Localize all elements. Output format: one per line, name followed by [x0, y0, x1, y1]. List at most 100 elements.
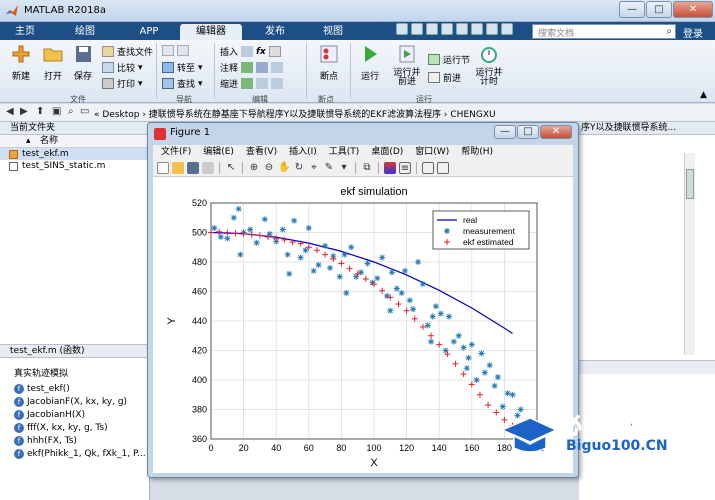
data-cursor-icon[interactable]: ⌖	[308, 162, 320, 174]
uncomment-icon[interactable]	[256, 62, 269, 73]
figure-minimize-button[interactable]: —	[494, 125, 516, 139]
login-link[interactable]: 登录	[683, 25, 703, 40]
wrap-icon[interactable]	[271, 62, 284, 73]
save-button[interactable]: 保存	[68, 44, 98, 82]
file-item[interactable]: test_SINS_static.m	[0, 160, 149, 172]
run-section-button[interactable]: 运行节	[428, 53, 470, 66]
details-header[interactable]: test_ekf.m (函数)	[0, 344, 149, 358]
save-quick-icon[interactable]	[396, 23, 408, 35]
search-folder-icon[interactable]: ⌕	[68, 106, 74, 117]
indent-button[interactable]: 缩进	[220, 77, 284, 90]
switch-windows-icon[interactable]	[486, 23, 498, 35]
search-placeholder: 搜索文档	[538, 29, 575, 39]
comment-button[interactable]: 注释	[220, 61, 284, 74]
find-button[interactable]: 查找 ▾	[162, 77, 203, 90]
zoom-in-icon[interactable]: ⊕	[248, 162, 260, 174]
function-item[interactable]: f JacobianH(X)	[14, 408, 146, 421]
insert-legend-icon[interactable]: ≡	[399, 161, 411, 174]
current-folder-path[interactable]: « Desktop › 捷联惯导系统在静基座下导航程序Y以及捷联惯导系统的EKF…	[94, 107, 496, 120]
menu-desktop[interactable]: 桌面(D)	[365, 145, 409, 159]
compare-button[interactable]: 比较 ▾	[102, 61, 143, 74]
measurement-point	[406, 297, 413, 304]
insert-button[interactable]: 插入 fx	[220, 45, 281, 58]
minimize-button[interactable]: —	[619, 1, 645, 18]
function-item[interactable]: f fff(X, kx, ky, g, Ts)	[14, 421, 146, 434]
tab-plots[interactable]: 绘图	[64, 24, 106, 40]
new-figure-icon[interactable]	[157, 161, 169, 174]
show-plot-tools-icon[interactable]	[437, 161, 449, 174]
maximize-button[interactable]: □	[646, 1, 672, 18]
new-button[interactable]: 新建	[6, 44, 36, 82]
pan-hand-icon[interactable]: ✋	[278, 162, 290, 174]
function-item[interactable]: f test_ekf()	[14, 382, 146, 395]
tab-view[interactable]: 视图	[312, 24, 354, 40]
brush-icon[interactable]: ✎	[323, 162, 335, 174]
function-item[interactable]: f JacobianF(X, kx, ky, g)	[14, 395, 146, 408]
nav-back-forward[interactable]	[162, 45, 189, 56]
folder-up-icon[interactable]: ⬆	[36, 106, 44, 117]
tab-apps[interactable]: APP	[128, 24, 170, 40]
rotate-3d-icon[interactable]: ↻	[293, 162, 305, 174]
tab-editor[interactable]: 编辑器	[180, 24, 242, 40]
forward-icon[interactable]: ▶	[20, 106, 28, 117]
link-plot-icon[interactable]: ⧉	[361, 162, 373, 174]
comment-percent-icon[interactable]	[241, 62, 254, 73]
menu-tools[interactable]: 工具(T)	[323, 145, 366, 159]
smart-indent-icon[interactable]	[241, 78, 254, 89]
search-input[interactable]: 搜索文档 ⌕	[532, 24, 676, 39]
run-button[interactable]: 运行	[356, 44, 384, 82]
menu-window[interactable]: 窗口(W)	[409, 145, 455, 159]
copy-quick-icon[interactable]	[426, 23, 438, 35]
undo-quick-icon[interactable]	[456, 23, 468, 35]
function-item[interactable]: f hhh(FX, Ts)	[14, 434, 146, 447]
menu-view[interactable]: 查看(V)	[240, 145, 283, 159]
cut-quick-icon[interactable]	[411, 23, 423, 35]
ribbon-collapse-icon[interactable]: ▲	[700, 90, 707, 100]
pointer-icon[interactable]: ↖	[225, 162, 237, 174]
increase-indent-icon[interactable]	[256, 78, 269, 89]
run-time-button[interactable]: 运行并 计时	[472, 44, 506, 87]
figure-close-button[interactable]: ✕	[540, 125, 572, 139]
paste-quick-icon[interactable]	[441, 23, 453, 35]
help-quick-icon[interactable]	[501, 23, 513, 35]
folder-icon	[43, 48, 63, 62]
menu-help[interactable]: 帮助(H)	[455, 145, 499, 159]
breakpoints-button[interactable]: 断点	[312, 44, 346, 82]
insert-colorbar-icon[interactable]	[384, 161, 396, 174]
browse-folder-icon[interactable]: ▣	[52, 106, 61, 117]
advance-button[interactable]: 前进	[428, 71, 461, 84]
figure-title-bar[interactable]: Figure 1 — □ ✕	[148, 123, 578, 145]
open-button[interactable]: 打开	[38, 44, 68, 82]
advance-icon	[428, 72, 440, 83]
menu-edit[interactable]: 编辑(E)	[197, 145, 240, 159]
brush-dropdown-icon[interactable]: ▾	[338, 162, 350, 174]
scrollbar-thumb[interactable]	[686, 169, 694, 199]
figure-maximize-button[interactable]: □	[517, 125, 539, 139]
tab-publish[interactable]: 发布	[254, 24, 296, 40]
editor-scrollbar[interactable]	[684, 153, 695, 355]
name-column-header[interactable]: ▴ 名称	[0, 135, 149, 148]
hide-plot-tools-icon[interactable]	[422, 161, 434, 174]
decrease-indent-icon[interactable]	[271, 78, 284, 89]
zoom-out-icon[interactable]: ⊖	[263, 162, 275, 174]
redo-quick-icon[interactable]	[471, 23, 483, 35]
format-icon[interactable]	[268, 46, 281, 57]
run-advance-button[interactable]: 运行并 前进	[390, 44, 424, 87]
print-figure-icon[interactable]	[202, 161, 214, 174]
file-item[interactable]: test_ekf.m	[0, 148, 149, 160]
save-figure-icon[interactable]	[187, 161, 199, 174]
tab-home[interactable]: 主页	[4, 24, 46, 40]
print-button[interactable]: 打印 ▾	[102, 77, 143, 90]
fx-icon[interactable]: fx	[256, 47, 266, 57]
back-icon[interactable]: ◀	[6, 106, 14, 117]
open-file-icon[interactable]	[172, 161, 184, 174]
plot-legend: realmeasurementekf estimated	[432, 210, 530, 250]
function-item[interactable]: f ekf(Phikk_1, Qk, fXk_1, P...	[14, 447, 146, 460]
editor-tab-title[interactable]: 序Y以及捷联惯导系统...	[579, 122, 715, 135]
y-tick-label: 360	[192, 434, 207, 444]
menu-insert[interactable]: 插入(I)	[283, 145, 323, 159]
find-files-button[interactable]: 查找文件	[102, 45, 153, 58]
menu-file[interactable]: 文件(F)	[153, 145, 197, 159]
close-button[interactable]: ✕	[673, 1, 713, 18]
goto-button[interactable]: 转至 ▾	[162, 61, 203, 74]
